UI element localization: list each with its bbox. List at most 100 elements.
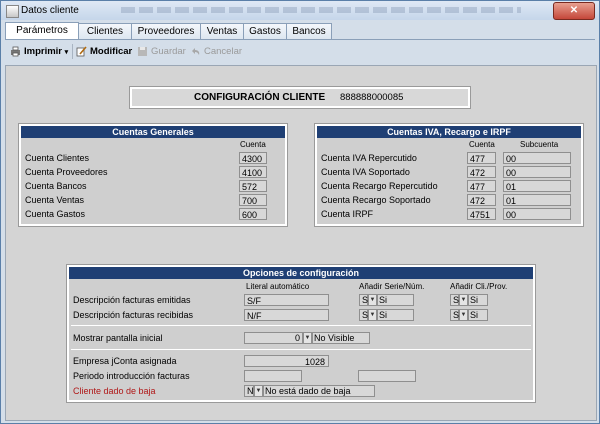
label-cuenta-bancos: Cuenta Bancos <box>25 181 87 191</box>
select-pantalla-code: 0 <box>244 332 303 344</box>
field-irpf-subcuenta[interactable]: 00 <box>503 208 571 220</box>
cancel-label: Cancelar <box>204 46 243 57</box>
label-iva-repercutido: Cuenta IVA Repercutido <box>321 153 417 163</box>
tab-gastos[interactable]: Gastos <box>243 23 287 39</box>
app-icon <box>6 5 19 18</box>
cancel-button[interactable]: Cancelar <box>188 43 264 60</box>
field-iva-repercutido-cuenta[interactable]: 477 <box>467 152 496 164</box>
field-recargo-soportado-subcuenta[interactable]: 01 <box>503 194 571 206</box>
field-periodo-desde[interactable] <box>244 370 302 382</box>
printer-icon <box>11 46 20 57</box>
field-recibidas-literal[interactable]: N/F <box>244 309 329 321</box>
config-title: CONFIGURACIÓN CLIENTE <box>194 92 326 103</box>
field-recargo-repercutido-cuenta[interactable]: 477 <box>467 180 496 192</box>
toolbar-separator <box>72 44 73 59</box>
window-title: Datos cliente <box>21 5 79 16</box>
select-pantalla-inicial[interactable]: 0 ▼ No Visible <box>244 332 370 344</box>
save-label: Guardar <box>151 46 186 57</box>
chevron-down-icon: ▾ <box>64 49 69 56</box>
select-emitidas-serie-code: S <box>359 294 368 306</box>
tab-proveedores[interactable]: Proveedores <box>131 23 201 39</box>
label-recargo-repercutido: Cuenta Recargo Repercutido <box>321 181 438 191</box>
vat-accounts-panel: Cuentas IVA, Recargo e IRPF Cuenta Subcu… <box>314 123 584 227</box>
field-cuenta-bancos[interactable]: 572 <box>239 180 267 192</box>
print-label: Imprimir <box>24 46 63 57</box>
select-recibidas-cif-text: Si <box>468 309 488 321</box>
dropdown-arrow-icon: ▼ <box>368 309 377 321</box>
field-iva-soportado-subcuenta[interactable]: 00 <box>503 166 571 178</box>
label-facturas-recibidas: Descripción facturas recibidas <box>73 310 194 320</box>
tab-underline <box>5 39 595 40</box>
field-cuenta-ventas[interactable]: 700 <box>239 194 267 206</box>
config-options-panel: Opciones de configuración Literal automá… <box>66 264 536 403</box>
title-bar: Datos cliente ✕ <box>1 1 599 20</box>
label-iva-soportado: Cuenta IVA Soportado <box>321 167 410 177</box>
config-banner: CONFIGURACIÓN CLIENTE 888888000085 <box>129 86 471 109</box>
edit-icon <box>76 46 87 57</box>
select-cliente-baja[interactable]: N ▼ No está dado de baja <box>244 385 375 397</box>
field-cuenta-clientes[interactable]: 4300 <box>239 152 267 164</box>
background-title-bar <box>121 7 521 13</box>
general-accounts-panel: Cuentas Generales Cuenta Cuenta Clientes… <box>18 123 288 227</box>
label-periodo-facturas: Periodo introducción facturas <box>73 371 190 381</box>
select-recibidas-serie-code: S <box>359 309 368 321</box>
field-iva-repercutido-subcuenta[interactable]: 00 <box>503 152 571 164</box>
cif-header: Añadir Cli./Prov. <box>450 282 508 291</box>
label-irpf: Cuenta IRPF <box>321 209 374 219</box>
select-emitidas-serie[interactable]: S ▼ Si <box>359 294 414 306</box>
field-recargo-soportado-cuenta[interactable]: 472 <box>467 194 496 206</box>
divider <box>71 349 531 350</box>
toolbar: Imprimir ▾ Modificar Guardar Cancelar <box>6 42 593 62</box>
tab-parametros[interactable]: Parámetros <box>5 22 79 39</box>
label-cuenta-proveedores: Cuenta Proveedores <box>25 167 108 177</box>
literal-header: Literal automático <box>246 282 310 291</box>
tab-clientes[interactable]: Clientes <box>78 23 132 39</box>
floppy-disk-icon <box>138 47 147 56</box>
field-iva-soportado-cuenta[interactable]: 472 <box>467 166 496 178</box>
dropdown-arrow-icon: ▼ <box>254 385 263 397</box>
select-emitidas-cif[interactable]: S ▼ Si <box>450 294 488 306</box>
select-recibidas-serie-text: Si <box>377 309 414 321</box>
label-cuenta-ventas: Cuenta Ventas <box>25 195 85 205</box>
divider <box>71 325 531 326</box>
dropdown-arrow-icon: ▼ <box>459 309 468 321</box>
dropdown-arrow-icon: ▼ <box>303 332 312 344</box>
field-emitidas-literal[interactable]: S/F <box>244 294 329 306</box>
general-cuenta-header: Cuenta <box>240 140 266 149</box>
field-periodo-hasta[interactable] <box>358 370 416 382</box>
select-baja-text: No está dado de baja <box>263 385 375 397</box>
field-cuenta-gastos[interactable]: 600 <box>239 208 267 220</box>
config-options-title: Opciones de configuración <box>69 267 533 279</box>
modify-label: Modificar <box>90 46 133 57</box>
field-empresa-jconta[interactable]: 1028 <box>244 355 329 367</box>
vat-accounts-title: Cuentas IVA, Recargo e IRPF <box>317 126 581 138</box>
label-recargo-soportado: Cuenta Recargo Soportado <box>321 195 431 205</box>
serie-header: Añadir Serie/Núm. <box>359 282 425 291</box>
label-cuenta-gastos: Cuenta Gastos <box>25 209 86 219</box>
select-baja-code: N <box>244 385 254 397</box>
label-cuenta-clientes: Cuenta Clientes <box>25 153 90 163</box>
label-cliente-baja: Cliente dado de baja <box>73 386 156 396</box>
dropdown-arrow-icon: ▼ <box>368 294 377 306</box>
select-recibidas-serie[interactable]: S ▼ Si <box>359 309 414 321</box>
dropdown-arrow-icon: ▼ <box>459 294 468 306</box>
close-button[interactable]: ✕ <box>553 2 595 20</box>
tab-ventas[interactable]: Ventas <box>200 23 244 39</box>
tab-bancos[interactable]: Bancos <box>286 23 332 39</box>
field-cuenta-proveedores[interactable]: 4100 <box>239 166 267 178</box>
select-emitidas-serie-text: Si <box>377 294 414 306</box>
vat-cuenta-header: Cuenta <box>469 140 495 149</box>
general-accounts-title: Cuentas Generales <box>21 126 285 138</box>
field-recargo-repercutido-subcuenta[interactable]: 01 <box>503 180 571 192</box>
label-facturas-emitidas: Descripción facturas emitidas <box>73 295 191 305</box>
select-recibidas-cif-code: S <box>450 309 459 321</box>
select-pantalla-text: No Visible <box>312 332 370 344</box>
select-emitidas-cif-code: S <box>450 294 459 306</box>
undo-icon <box>192 48 200 55</box>
select-recibidas-cif[interactable]: S ▼ Si <box>450 309 488 321</box>
label-pantalla-inicial: Mostrar pantalla inicial <box>73 333 163 343</box>
select-emitidas-cif-text: Si <box>468 294 488 306</box>
vat-subcuenta-header: Subcuenta <box>520 140 559 149</box>
field-irpf-cuenta[interactable]: 4751 <box>467 208 496 220</box>
label-empresa-jconta: Empresa jConta asignada <box>73 356 177 366</box>
